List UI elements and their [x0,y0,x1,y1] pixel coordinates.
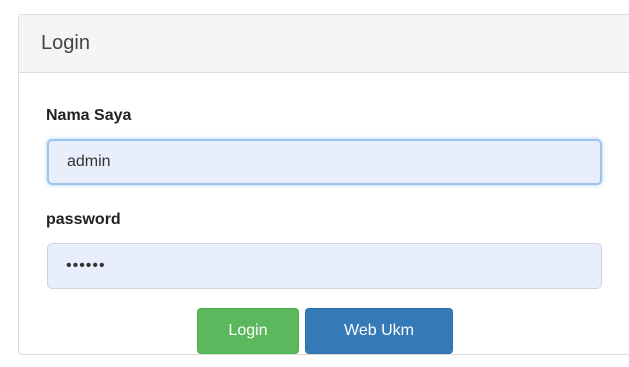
web-ukm-button[interactable]: Web Ukm [305,308,453,354]
password-label: password [46,211,121,228]
password-field[interactable] [47,243,602,289]
panel-title: Login [19,15,629,73]
username-label: Nama Saya [46,107,132,124]
username-field[interactable] [47,139,602,185]
login-panel: Login Nama Saya password Login Web Ukm [18,14,629,355]
login-button[interactable]: Login [197,308,299,354]
